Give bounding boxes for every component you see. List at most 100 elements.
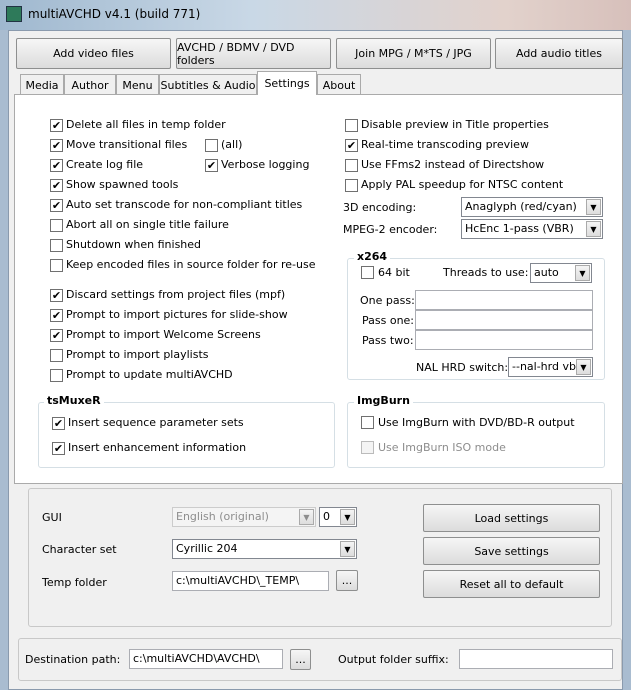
destination-browse-button[interactable]: ... — [290, 649, 311, 670]
chevron-down-icon: ▼ — [586, 221, 601, 237]
temp-folder-input[interactable]: c:\multiAVCHD\_TEMP\ — [172, 571, 329, 591]
option-2-checkbox[interactable]: ✔ — [50, 159, 63, 172]
mpeg2-select[interactable]: HcEnc 1-pass (VBR) ▼ — [461, 219, 603, 239]
gui-label: GUI — [42, 511, 62, 524]
avchd-folders-button[interactable]: AVCHD / BDMV / DVD folders — [176, 38, 331, 69]
pass-two-input[interactable] — [415, 330, 593, 350]
option-4-checkbox[interactable]: ✔ — [50, 199, 63, 212]
gui-number-value: 0 — [323, 510, 330, 523]
one-pass-input[interactable] — [415, 290, 593, 310]
right-option-2-checkbox[interactable] — [345, 159, 358, 172]
app-icon — [6, 6, 22, 22]
option-4-label: Auto set transcode for non-compliant tit… — [66, 198, 303, 211]
right-option-0-checkbox[interactable] — [345, 119, 358, 132]
nal-label: NAL HRD switch: — [416, 361, 509, 374]
option-8-checkbox[interactable]: ✔ — [50, 289, 63, 302]
option-5-checkbox[interactable] — [50, 219, 63, 232]
imgburn-group — [347, 402, 605, 468]
destination-input[interactable]: c:\multiAVCHD\AVCHD\ — [129, 649, 283, 669]
option-7-checkbox[interactable] — [50, 259, 63, 272]
nal-value: --nal-hrd vbr — [512, 360, 581, 373]
threads-label: Threads to use: — [443, 266, 529, 279]
option-1-label: Move transitional files — [66, 138, 188, 151]
option-6-checkbox[interactable] — [50, 239, 63, 252]
gui-number-select[interactable]: 0 ▼ — [319, 507, 357, 527]
window-title: multiAVCHD v4.1 (build 771) — [28, 7, 201, 21]
join-button[interactable]: Join MPG / M*TS / JPG — [336, 38, 491, 69]
charset-select[interactable]: Cyrillic 204 ▼ — [172, 539, 357, 559]
use-imgburn-checkbox[interactable] — [361, 416, 374, 429]
option-9-label: Prompt to import pictures for slide-show — [66, 308, 288, 321]
3d-encoding-value: Anaglyph (red/cyan) — [465, 200, 577, 213]
chevron-down-icon: ▼ — [575, 265, 590, 281]
pass-one-input[interactable] — [415, 310, 593, 330]
right-option-2-label: Use FFms2 instead of Directshow — [361, 158, 545, 171]
save-settings-button[interactable]: Save settings — [423, 537, 600, 565]
load-settings-button[interactable]: Load settings — [423, 504, 600, 532]
chevron-down-icon: ▼ — [340, 509, 355, 525]
chevron-down-icon: ▼ — [586, 199, 601, 215]
tab-settings[interactable]: Settings — [257, 71, 317, 95]
mpeg2-label: MPEG-2 encoder: — [343, 223, 438, 236]
option-1-checkbox[interactable]: ✔ — [50, 139, 63, 152]
64bit-label: 64 bit — [378, 266, 410, 279]
option-2-label: Create log file — [66, 158, 144, 171]
threads-select[interactable]: auto ▼ — [530, 263, 592, 283]
title-bar[interactable]: multiAVCHD v4.1 (build 771) — [0, 0, 631, 30]
all-option-label: (all) — [221, 138, 243, 151]
64bit-checkbox[interactable] — [361, 266, 374, 279]
option-0-label: Delete all files in temp folder — [66, 118, 226, 131]
option-10-checkbox[interactable]: ✔ — [50, 329, 63, 342]
use-imgburn-label: Use ImgBurn with DVD/BD-R output — [378, 416, 575, 429]
option-9-checkbox[interactable]: ✔ — [50, 309, 63, 322]
nal-select[interactable]: --nal-hrd vbr ▼ — [508, 357, 593, 377]
tsmuxer-group — [38, 402, 335, 468]
option-0-checkbox[interactable]: ✔ — [50, 119, 63, 132]
temp-folder-label: Temp folder — [42, 576, 107, 589]
right-option-0-label: Disable preview in Title properties — [361, 118, 549, 131]
temp-folder-browse-button[interactable]: ... — [336, 570, 358, 591]
option-12-checkbox[interactable] — [50, 369, 63, 382]
suffix-input[interactable] — [459, 649, 613, 669]
add-video-files-button[interactable]: Add video files — [16, 38, 171, 69]
pass-one-label: Pass one: — [362, 314, 415, 327]
tab-media[interactable]: Media — [20, 74, 64, 95]
charset-label: Character set — [42, 543, 117, 556]
destination-label: Destination path: — [25, 653, 121, 666]
tab-subtitles-audio[interactable]: Subtitles & Audio — [159, 74, 257, 95]
option-11-label: Prompt to import playlists — [66, 348, 209, 361]
reset-settings-button[interactable]: Reset all to default — [423, 570, 600, 598]
option-8-label: Discard settings from project files (mpf… — [66, 288, 286, 301]
tab-author[interactable]: Author — [64, 74, 116, 95]
option-5-label: Abort all on single title failure — [66, 218, 229, 231]
threads-value: auto — [534, 266, 559, 279]
option-3-label: Show spawned tools — [66, 178, 179, 191]
suffix-label: Output folder suffix: — [338, 653, 449, 666]
option-11-checkbox[interactable] — [50, 349, 63, 362]
right-option-3-label: Apply PAL speedup for NTSC content — [361, 178, 564, 191]
option-10-label: Prompt to import Welcome Screens — [66, 328, 261, 341]
gui-select[interactable]: English (original) ▼ — [172, 507, 316, 527]
all-option-checkbox[interactable] — [205, 139, 218, 152]
imgburn-iso-checkbox[interactable] — [361, 441, 374, 454]
charset-value: Cyrillic 204 — [176, 542, 238, 555]
verbose-logging-label: Verbose logging — [221, 158, 310, 171]
imgburn-title: ImgBurn — [354, 394, 413, 407]
3d-encoding-select[interactable]: Anaglyph (red/cyan) ▼ — [461, 197, 603, 217]
verbose-logging-checkbox[interactable]: ✔ — [205, 159, 218, 172]
tab-menu[interactable]: Menu — [116, 74, 159, 95]
3d-encoding-label: 3D encoding: — [343, 201, 417, 214]
mpeg2-value: HcEnc 1-pass (VBR) — [465, 222, 574, 235]
option-3-checkbox[interactable]: ✔ — [50, 179, 63, 192]
gui-value: English (original) — [176, 510, 269, 523]
right-option-3-checkbox[interactable] — [345, 179, 358, 192]
add-audio-titles-button[interactable]: Add audio titles — [495, 38, 623, 69]
right-option-1-checkbox[interactable]: ✔ — [345, 139, 358, 152]
option-6-label: Shutdown when finished — [66, 238, 202, 251]
imgburn-iso-label: Use ImgBurn ISO mode — [378, 441, 506, 454]
tab-about[interactable]: About — [317, 74, 361, 95]
pass-two-label: Pass two: — [362, 334, 414, 347]
one-pass-label: One pass: — [360, 294, 415, 307]
tsmuxer-title: tsMuxeR — [44, 394, 104, 407]
option-12-label: Prompt to update multiAVCHD — [66, 368, 233, 381]
